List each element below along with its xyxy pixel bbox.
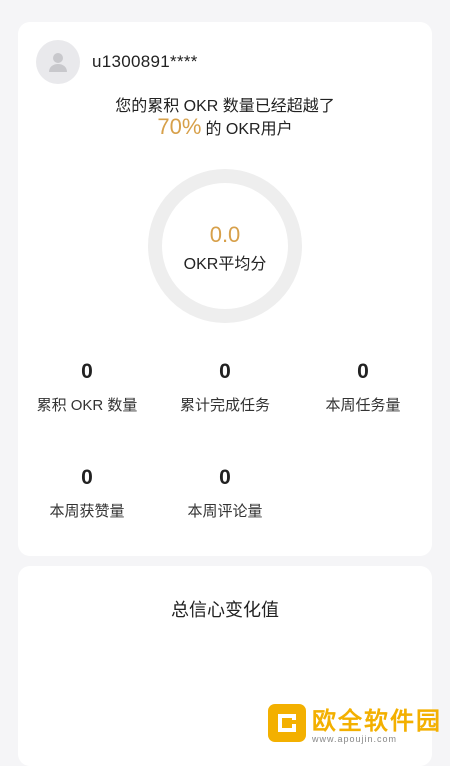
stat-weekly-likes: 0 本周获赞量	[18, 466, 156, 521]
stat-value: 0	[18, 466, 156, 490]
user-row: u1300891****	[36, 40, 198, 84]
stat-label: 本周评论量	[156, 500, 294, 521]
stat-label: 本周获赞量	[18, 500, 156, 521]
stat-value: 0	[156, 466, 294, 490]
watermark-name: 欧全软件园	[312, 701, 442, 736]
rank-headline: 您的累积 OKR 数量已经超越了	[18, 92, 432, 116]
watermark: 欧全软件园 www.apoujin.com	[268, 701, 442, 744]
stat-label: 累积 OKR 数量	[18, 394, 156, 415]
stat-weekly-comments: 0 本周评论量	[156, 466, 294, 521]
watermark-text: 欧全软件园 www.apoujin.com	[312, 701, 442, 744]
stat-label: 累计完成任务	[156, 394, 294, 415]
okr-summary-card: u1300891**** 您的累积 OKR 数量已经超越了 70%的 OKR用户…	[18, 22, 432, 556]
rank-subline: 70%的 OKR用户	[18, 114, 432, 140]
stat-total-okr: 0 累积 OKR 数量	[18, 360, 156, 415]
stat-label: 本周任务量	[294, 394, 432, 415]
rank-percent: 70%	[157, 114, 201, 139]
stat-value: 0	[294, 360, 432, 384]
confidence-title: 总信心变化值	[18, 596, 432, 622]
user-icon	[46, 50, 70, 74]
username: u1300891****	[92, 52, 198, 72]
rank-suffix: 的 OKR用户	[205, 121, 292, 138]
score-ring: 0.0 OKR平均分	[147, 168, 303, 324]
stat-weekly-tasks: 0 本周任务量	[294, 360, 432, 415]
stat-value: 0	[156, 360, 294, 384]
stat-completed-tasks: 0 累计完成任务	[156, 360, 294, 415]
stat-value: 0	[18, 360, 156, 384]
avatar[interactable]	[36, 40, 80, 84]
average-score-label: OKR平均分	[147, 250, 303, 274]
average-score-value: 0.0	[147, 222, 303, 248]
watermark-logo-icon	[268, 704, 306, 742]
